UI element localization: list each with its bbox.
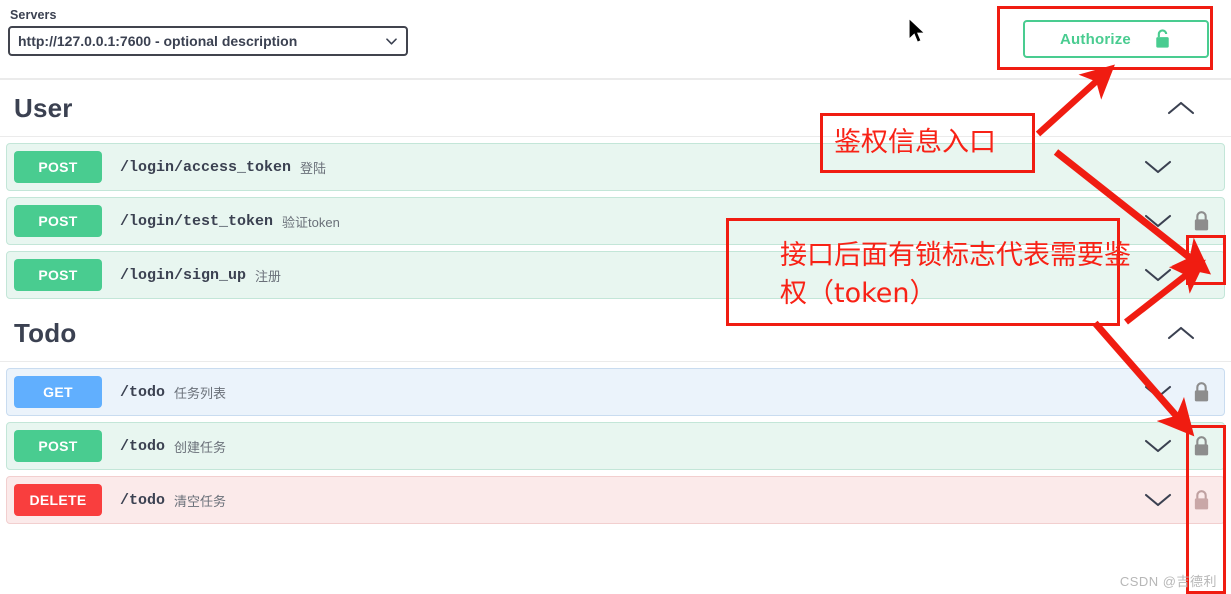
operation-row[interactable]: POST /login/test_token 验证token bbox=[6, 197, 1225, 245]
chevron-down-icon[interactable] bbox=[1144, 438, 1172, 454]
section-header-user[interactable]: User bbox=[0, 80, 1231, 137]
operation-row[interactable]: POST /login/access_token 登陆 bbox=[6, 143, 1225, 191]
operation-path: /todo bbox=[120, 383, 166, 401]
lock-slot bbox=[1190, 262, 1212, 288]
operation-path: /login/test_token bbox=[120, 212, 274, 230]
lock-slot[interactable] bbox=[1190, 379, 1212, 405]
operation-summary: 创建任务 bbox=[174, 439, 227, 455]
http-method-badge: DELETE bbox=[14, 484, 102, 516]
operation-path: /todo bbox=[120, 437, 166, 455]
operation-row[interactable]: DELETE /todo 清空任务 bbox=[6, 476, 1225, 524]
operation-path: /login/sign_up bbox=[120, 266, 247, 284]
operation-summary: 任务列表 bbox=[174, 385, 227, 401]
server-select-value: http://127.0.0.1:7600 - optional descrip… bbox=[18, 33, 298, 49]
authorize-button[interactable]: Authorize bbox=[1023, 20, 1209, 58]
operation-summary: 登陆 bbox=[300, 160, 327, 176]
lock-slot[interactable] bbox=[1190, 487, 1212, 513]
chevron-down-icon[interactable] bbox=[1144, 159, 1172, 175]
http-method-badge: POST bbox=[14, 430, 102, 462]
http-method-badge: POST bbox=[14, 205, 102, 237]
lock-slot[interactable] bbox=[1190, 208, 1212, 234]
chevron-down-icon[interactable] bbox=[1144, 267, 1172, 283]
http-method-badge: POST bbox=[14, 259, 102, 291]
operation-row[interactable]: GET /todo 任务列表 bbox=[6, 368, 1225, 416]
operation-summary: 验证token bbox=[282, 214, 340, 230]
operation-summary: 清空任务 bbox=[174, 493, 227, 509]
section-user: User POST /login/access_token 登陆 POST /l… bbox=[0, 80, 1231, 299]
lock-slot bbox=[1190, 154, 1212, 180]
operation-row[interactable]: POST /todo 创建任务 bbox=[6, 422, 1225, 470]
operation-path: /login/access_token bbox=[120, 158, 292, 176]
section-todo: Todo GET /todo 任务列表 POST /todo 创建任务 DELE… bbox=[0, 305, 1231, 524]
api-sections: User POST /login/access_token 登陆 POST /l… bbox=[0, 80, 1231, 524]
operation-path: /todo bbox=[120, 491, 166, 509]
unlocked-padlock-icon bbox=[1156, 29, 1169, 48]
http-method-badge: POST bbox=[14, 151, 102, 183]
server-select[interactable]: http://127.0.0.1:7600 - optional descrip… bbox=[8, 26, 408, 56]
operation-row[interactable]: POST /login/sign_up 注册 bbox=[6, 251, 1225, 299]
http-method-badge: GET bbox=[14, 376, 102, 408]
section-title: Todo bbox=[14, 317, 77, 348]
locked-padlock-icon[interactable] bbox=[1192, 381, 1211, 404]
chevron-down-icon bbox=[386, 37, 397, 45]
servers-label: Servers bbox=[10, 8, 57, 22]
chevron-up-icon[interactable] bbox=[1167, 325, 1195, 341]
watermark: CSDN @吉德利 bbox=[1119, 574, 1217, 589]
locked-padlock-icon[interactable] bbox=[1192, 435, 1211, 458]
operation-summary: 注册 bbox=[255, 268, 282, 284]
chevron-down-icon[interactable] bbox=[1144, 384, 1172, 400]
locked-padlock-icon[interactable] bbox=[1192, 489, 1211, 512]
chevron-down-icon[interactable] bbox=[1144, 213, 1172, 229]
chevron-down-icon[interactable] bbox=[1144, 492, 1172, 508]
chevron-up-icon[interactable] bbox=[1167, 100, 1195, 116]
section-header-todo[interactable]: Todo bbox=[0, 305, 1231, 362]
server-bar: Servers http://127.0.0.1:7600 - optional… bbox=[0, 0, 1231, 80]
section-title: User bbox=[14, 92, 73, 123]
locked-padlock-icon[interactable] bbox=[1192, 210, 1211, 233]
authorize-button-label: Authorize bbox=[1060, 30, 1131, 48]
lock-slot[interactable] bbox=[1190, 433, 1212, 459]
